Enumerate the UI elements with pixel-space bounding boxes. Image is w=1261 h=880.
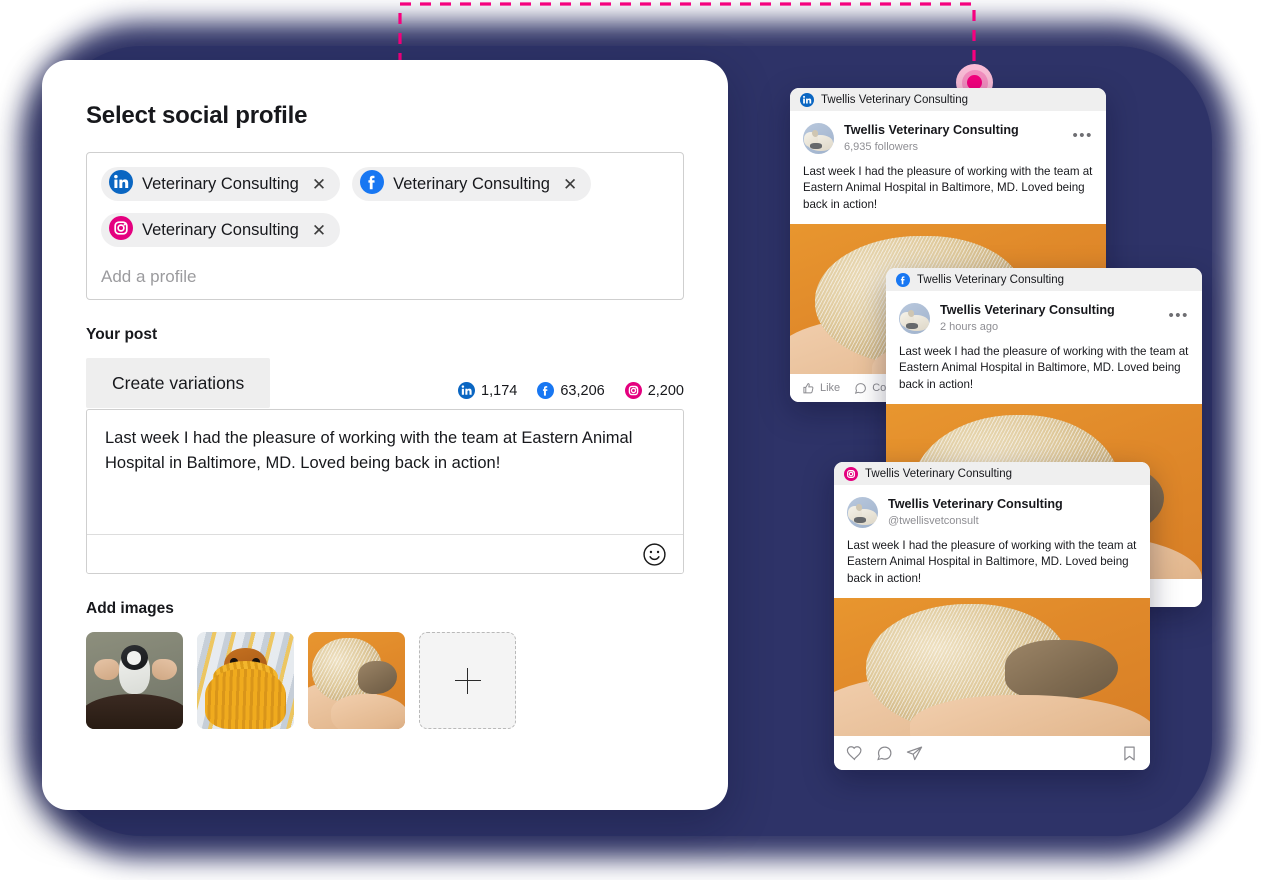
profile-chip-label: Veterinary Consulting bbox=[142, 220, 299, 239]
card-header: Twellis Veterinary Consulting bbox=[790, 88, 1106, 111]
card-header: Twellis Veterinary Consulting bbox=[886, 268, 1202, 291]
profile-chip-linkedin[interactable]: Veterinary Consulting ✕ bbox=[101, 167, 341, 201]
card-author-name: Twellis Veterinary Consulting bbox=[940, 303, 1115, 317]
counter-value: 2,200 bbox=[647, 382, 684, 399]
instagram-icon bbox=[109, 215, 133, 245]
linkedin-icon bbox=[800, 92, 814, 107]
composer-panel: Select social profile Veterinary Consult… bbox=[42, 60, 728, 810]
profile-chip-label: Veterinary Consulting bbox=[142, 174, 299, 193]
card-author-row: Twellis Veterinary Consulting 6,935 foll… bbox=[803, 123, 1093, 155]
card-header-name: Twellis Veterinary Consulting bbox=[917, 273, 1065, 286]
like-button[interactable]: Like bbox=[802, 382, 840, 395]
facebook-icon bbox=[360, 169, 385, 199]
share-icon[interactable] bbox=[906, 745, 923, 762]
counter-linkedin: 1,174 bbox=[458, 382, 517, 399]
plus-icon bbox=[454, 667, 481, 694]
card-header-name: Twellis Veterinary Consulting bbox=[821, 93, 969, 106]
profile-chip-instagram[interactable]: Veterinary Consulting ✕ bbox=[101, 213, 341, 247]
create-variations-button[interactable]: Create variations bbox=[86, 358, 271, 408]
more-options-icon[interactable]: ••• bbox=[1168, 303, 1189, 323]
comment-icon[interactable] bbox=[876, 745, 893, 762]
more-options-icon[interactable]: ••• bbox=[1072, 123, 1093, 143]
profile-chip-facebook[interactable]: Veterinary Consulting ✕ bbox=[352, 167, 592, 201]
linkedin-icon bbox=[458, 382, 476, 399]
card-post-text: Last week I had the pleasure of working … bbox=[803, 164, 1093, 211]
card-author-row: Twellis Veterinary Consulting @twellisve… bbox=[847, 497, 1137, 529]
card-body: Twellis Veterinary Consulting @twellisve… bbox=[834, 485, 1150, 598]
counter-facebook: 63,206 bbox=[537, 382, 605, 399]
linkedin-icon bbox=[109, 169, 133, 199]
avatar bbox=[847, 497, 878, 528]
card-author-meta: 2 hours ago bbox=[940, 320, 999, 333]
profile-select-box[interactable]: Veterinary Consulting ✕ Veterinary Consu… bbox=[86, 152, 684, 300]
remove-profile-icon[interactable]: ✕ bbox=[563, 176, 577, 193]
card-author-name: Twellis Veterinary Consulting bbox=[844, 123, 1019, 137]
instagram-icon bbox=[624, 382, 642, 399]
facebook-icon bbox=[537, 382, 555, 399]
profile-chip-list: Veterinary Consulting ✕ Veterinary Consu… bbox=[101, 167, 669, 247]
penguin-figurine-thumbnail[interactable] bbox=[86, 632, 183, 729]
remove-profile-icon[interactable]: ✕ bbox=[312, 222, 326, 239]
emoji-smiley-icon[interactable] bbox=[642, 542, 667, 567]
card-author-meta: 6,935 followers bbox=[844, 140, 918, 153]
profile-chip-label: Veterinary Consulting bbox=[393, 174, 550, 193]
card-photo bbox=[834, 598, 1150, 737]
preview-card-instagram: Twellis Veterinary Consulting Twellis Ve… bbox=[834, 462, 1150, 771]
add-profile-input[interactable]: Add a profile bbox=[101, 267, 669, 287]
your-post-label: Your post bbox=[86, 326, 158, 343]
avatar bbox=[899, 303, 930, 334]
card-post-text: Last week I had the pleasure of working … bbox=[899, 344, 1189, 391]
card-body: Twellis Veterinary Consulting 6,935 foll… bbox=[790, 111, 1106, 224]
counter-instagram: 2,200 bbox=[624, 382, 684, 399]
facebook-icon bbox=[896, 272, 910, 287]
add-images-label: Add images bbox=[86, 600, 174, 617]
card-author-meta: @twellisvetconsult bbox=[888, 514, 979, 527]
card-actions bbox=[834, 736, 1150, 771]
thumbs-up-icon bbox=[802, 382, 815, 395]
counter-value: 1,174 bbox=[481, 382, 518, 399]
instagram-icon bbox=[844, 466, 858, 481]
like-label: Like bbox=[820, 382, 841, 395]
post-editor-toolbar bbox=[87, 535, 683, 573]
card-author-name: Twellis Veterinary Consulting bbox=[888, 497, 1063, 511]
add-image-button[interactable] bbox=[419, 632, 516, 729]
card-header-name: Twellis Veterinary Consulting bbox=[865, 467, 1013, 480]
post-text[interactable]: Last week I had the pleasure of working … bbox=[87, 410, 683, 535]
remove-profile-icon[interactable]: ✕ bbox=[312, 176, 326, 193]
card-author-row: Twellis Veterinary Consulting 2 hours ag… bbox=[899, 303, 1189, 335]
page-title: Select social profile bbox=[86, 102, 308, 129]
avatar bbox=[803, 123, 834, 154]
card-body: Twellis Veterinary Consulting 2 hours ag… bbox=[886, 291, 1202, 404]
bookmark-icon[interactable] bbox=[1121, 745, 1138, 762]
card-header: Twellis Veterinary Consulting bbox=[834, 462, 1150, 485]
counter-value: 63,206 bbox=[560, 382, 605, 399]
card-post-text: Last week I had the pleasure of working … bbox=[847, 538, 1137, 585]
hedgehog-thumbnail[interactable] bbox=[308, 632, 405, 729]
image-thumbnail-list bbox=[86, 632, 684, 729]
dachshund-scarf-thumbnail[interactable] bbox=[197, 632, 294, 729]
heart-icon[interactable] bbox=[846, 745, 863, 762]
post-editor[interactable]: Last week I had the pleasure of working … bbox=[86, 409, 684, 574]
comment-icon bbox=[854, 382, 867, 395]
